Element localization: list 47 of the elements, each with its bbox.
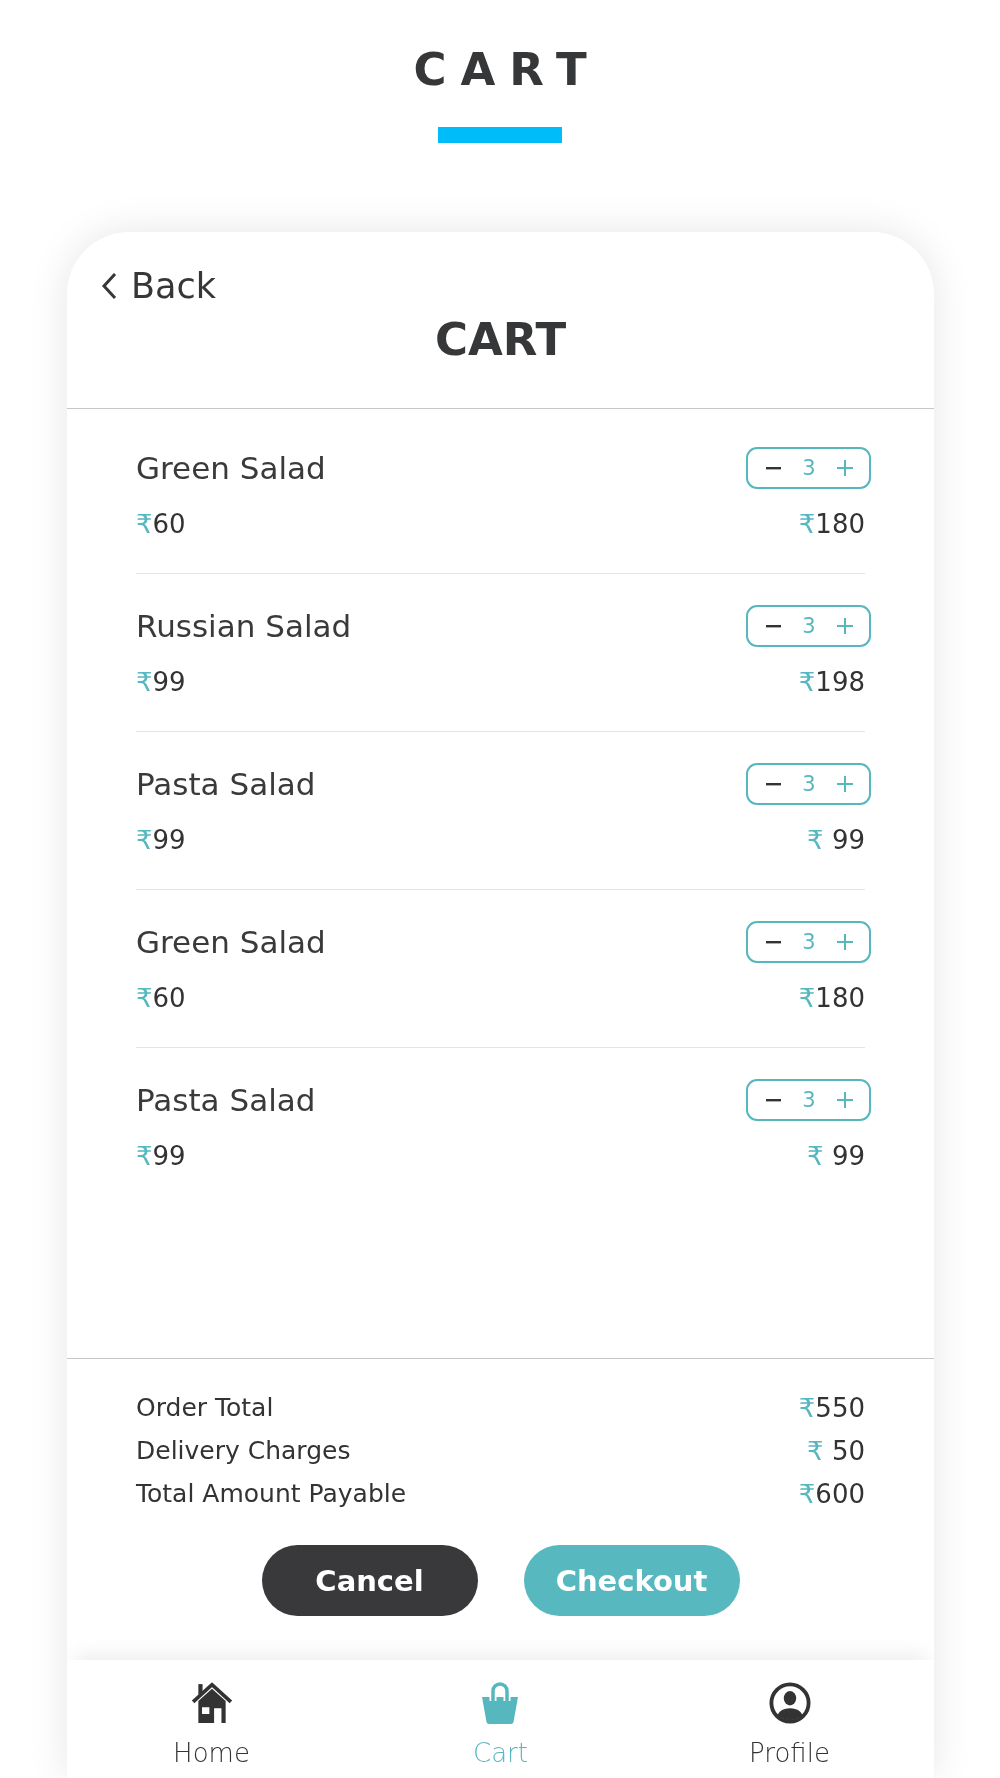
quantity-stepper[interactable]: 3 (746, 921, 871, 963)
item-name: Pasta Salad (136, 1082, 316, 1118)
quantity-stepper[interactable]: 3 (746, 447, 871, 489)
item-price: ₹99 (136, 1140, 186, 1172)
minus-icon[interactable] (766, 1098, 781, 1102)
item-price: ₹60 (136, 982, 186, 1014)
checkout-button[interactable]: Checkout (523, 1545, 740, 1616)
summary-amount: ₹ 50 (807, 1434, 865, 1467)
nav-tab[interactable]: Profile (749, 1660, 830, 1778)
minus-icon[interactable] (766, 940, 781, 944)
person-circle-icon (768, 1681, 811, 1725)
quantity-stepper[interactable]: 3 (746, 1079, 871, 1121)
quantity-value: 3 (802, 456, 816, 480)
item-price: ₹99 (136, 666, 186, 698)
item-name: Green Salad (136, 450, 326, 486)
cart-title: CART (434, 314, 567, 366)
summary-label: Order Total (136, 1393, 274, 1422)
minus-icon[interactable] (766, 624, 781, 628)
item-total: ₹198 (798, 666, 865, 698)
item-total: ₹180 (798, 982, 865, 1014)
item-price: ₹99 (136, 824, 186, 856)
house-icon (190, 1681, 233, 1725)
item-name: Green Salad (136, 924, 326, 960)
item-price: ₹60 (136, 508, 186, 540)
cancel-button[interactable]: Cancel (261, 1545, 478, 1616)
item-total: ₹ 99 (807, 1140, 865, 1172)
summary-label: Total Amount Payable (136, 1479, 407, 1508)
minus-icon[interactable] (766, 466, 781, 470)
quantity-value: 3 (802, 930, 816, 954)
nav-tab[interactable]: Cart (473, 1660, 528, 1778)
quantity-value: 3 (802, 614, 816, 638)
item-total: ₹180 (798, 508, 865, 540)
page-title: CART (412, 44, 601, 96)
item-name: Pasta Salad (136, 766, 316, 802)
quantity-stepper[interactable]: 3 (746, 763, 871, 805)
summary-amount: ₹550 (798, 1391, 865, 1424)
item-total: ₹ 99 (807, 824, 865, 856)
quantity-value: 3 (802, 772, 816, 796)
nav-tab[interactable]: Home (173, 1660, 250, 1778)
chevron-left-icon (101, 272, 117, 300)
minus-icon[interactable] (766, 782, 781, 786)
quantity-value: 3 (802, 1088, 816, 1112)
summary-label: Delivery Charges (136, 1436, 351, 1465)
item-name: Russian Salad (136, 608, 352, 644)
back-button[interactable]: Back (101, 266, 216, 306)
summary-amount: ₹600 (798, 1477, 865, 1510)
quantity-stepper[interactable]: 3 (746, 605, 871, 647)
